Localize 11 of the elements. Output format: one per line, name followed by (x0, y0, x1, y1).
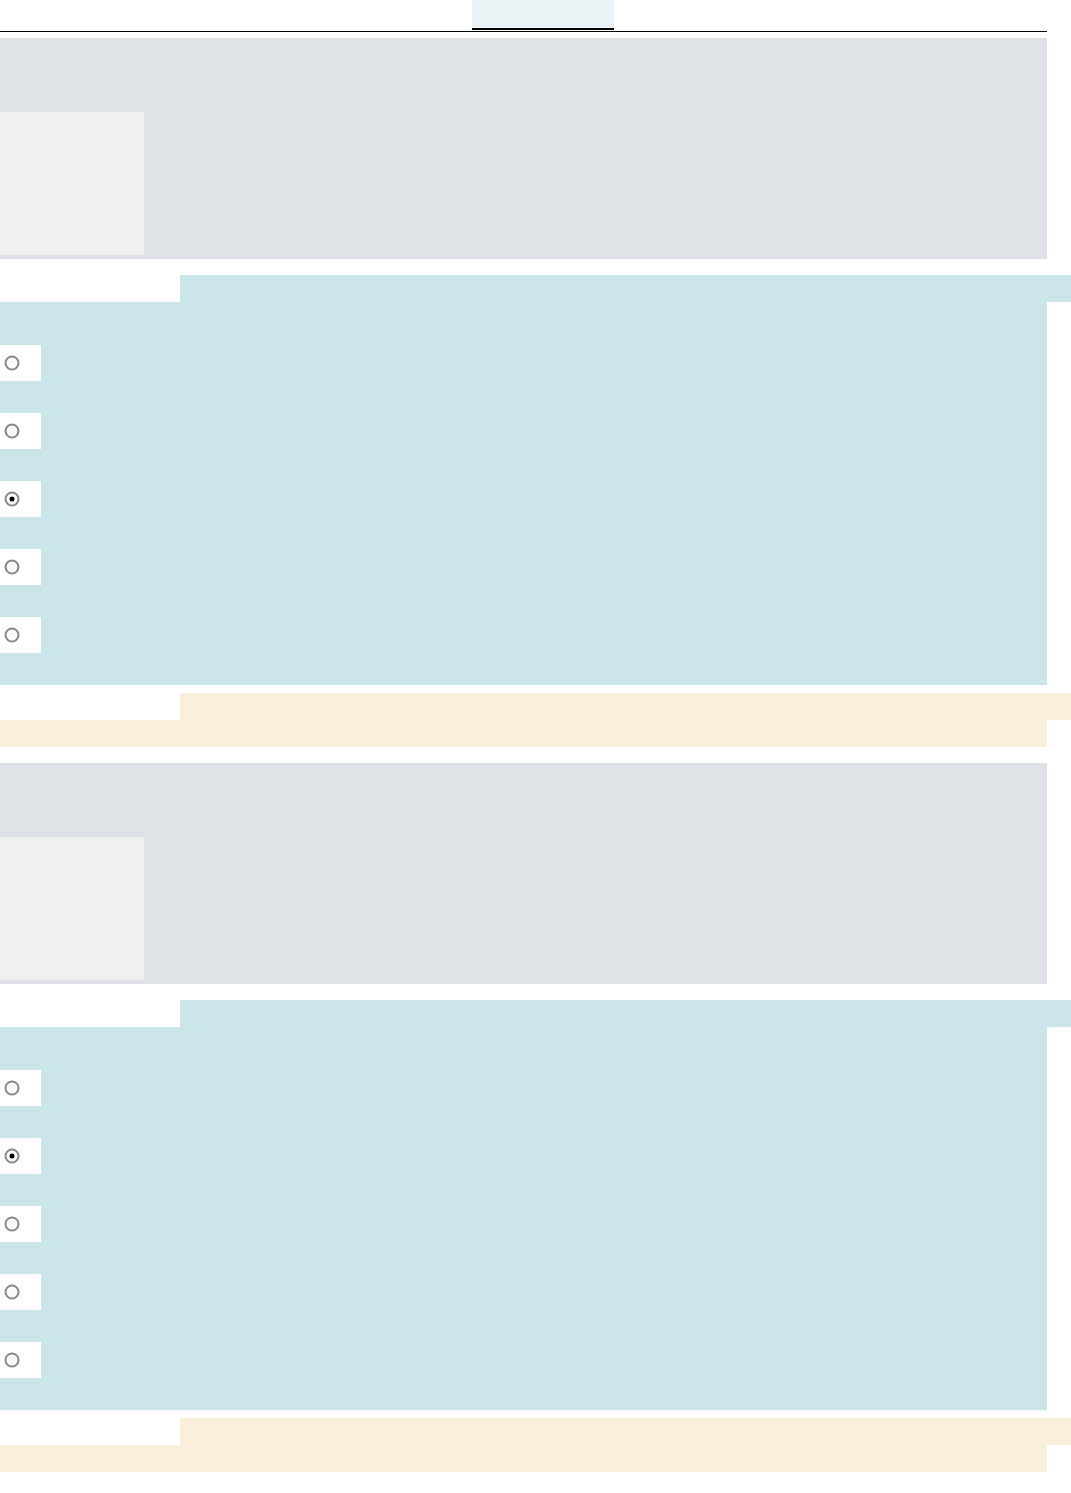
radio-button[interactable] (3, 490, 21, 508)
tab[interactable] (471, 0, 614, 30)
radio-button[interactable] (3, 1147, 21, 1165)
radio-button[interactable] (3, 1351, 21, 1369)
radio-button[interactable] (3, 626, 21, 644)
radio-button[interactable] (3, 422, 21, 440)
radio-button[interactable] (3, 1215, 21, 1233)
radio-button[interactable] (3, 558, 21, 576)
radio-button[interactable] (3, 1079, 21, 1097)
radio-button[interactable] (3, 354, 21, 372)
radio-button[interactable] (3, 1283, 21, 1301)
